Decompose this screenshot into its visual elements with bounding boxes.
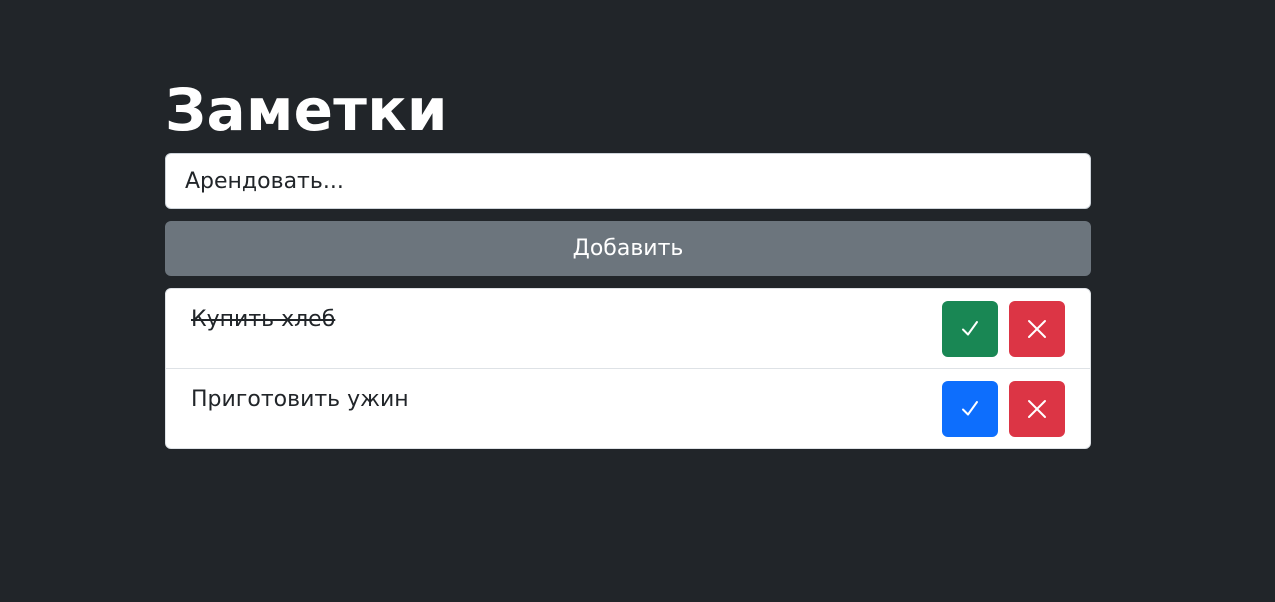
complete-button[interactable] — [942, 381, 998, 437]
add-button[interactable]: Добавить — [165, 221, 1091, 276]
close-icon — [1009, 399, 1065, 419]
page-title: Заметки — [165, 76, 448, 144]
delete-button[interactable] — [1009, 381, 1065, 437]
close-icon — [1009, 319, 1065, 339]
complete-button[interactable] — [942, 301, 998, 357]
delete-button[interactable] — [1009, 301, 1065, 357]
note-text: Приготовить ужин — [191, 387, 409, 412]
notes-list: Купить хлеб Приготовить ужин — [165, 288, 1091, 449]
list-item: Купить хлеб — [166, 289, 1090, 369]
checkmark-icon — [942, 319, 998, 339]
note-text: Купить хлеб — [191, 307, 336, 332]
list-item: Приготовить ужин — [166, 369, 1090, 448]
note-input[interactable] — [165, 153, 1091, 209]
checkmark-icon — [942, 399, 998, 419]
